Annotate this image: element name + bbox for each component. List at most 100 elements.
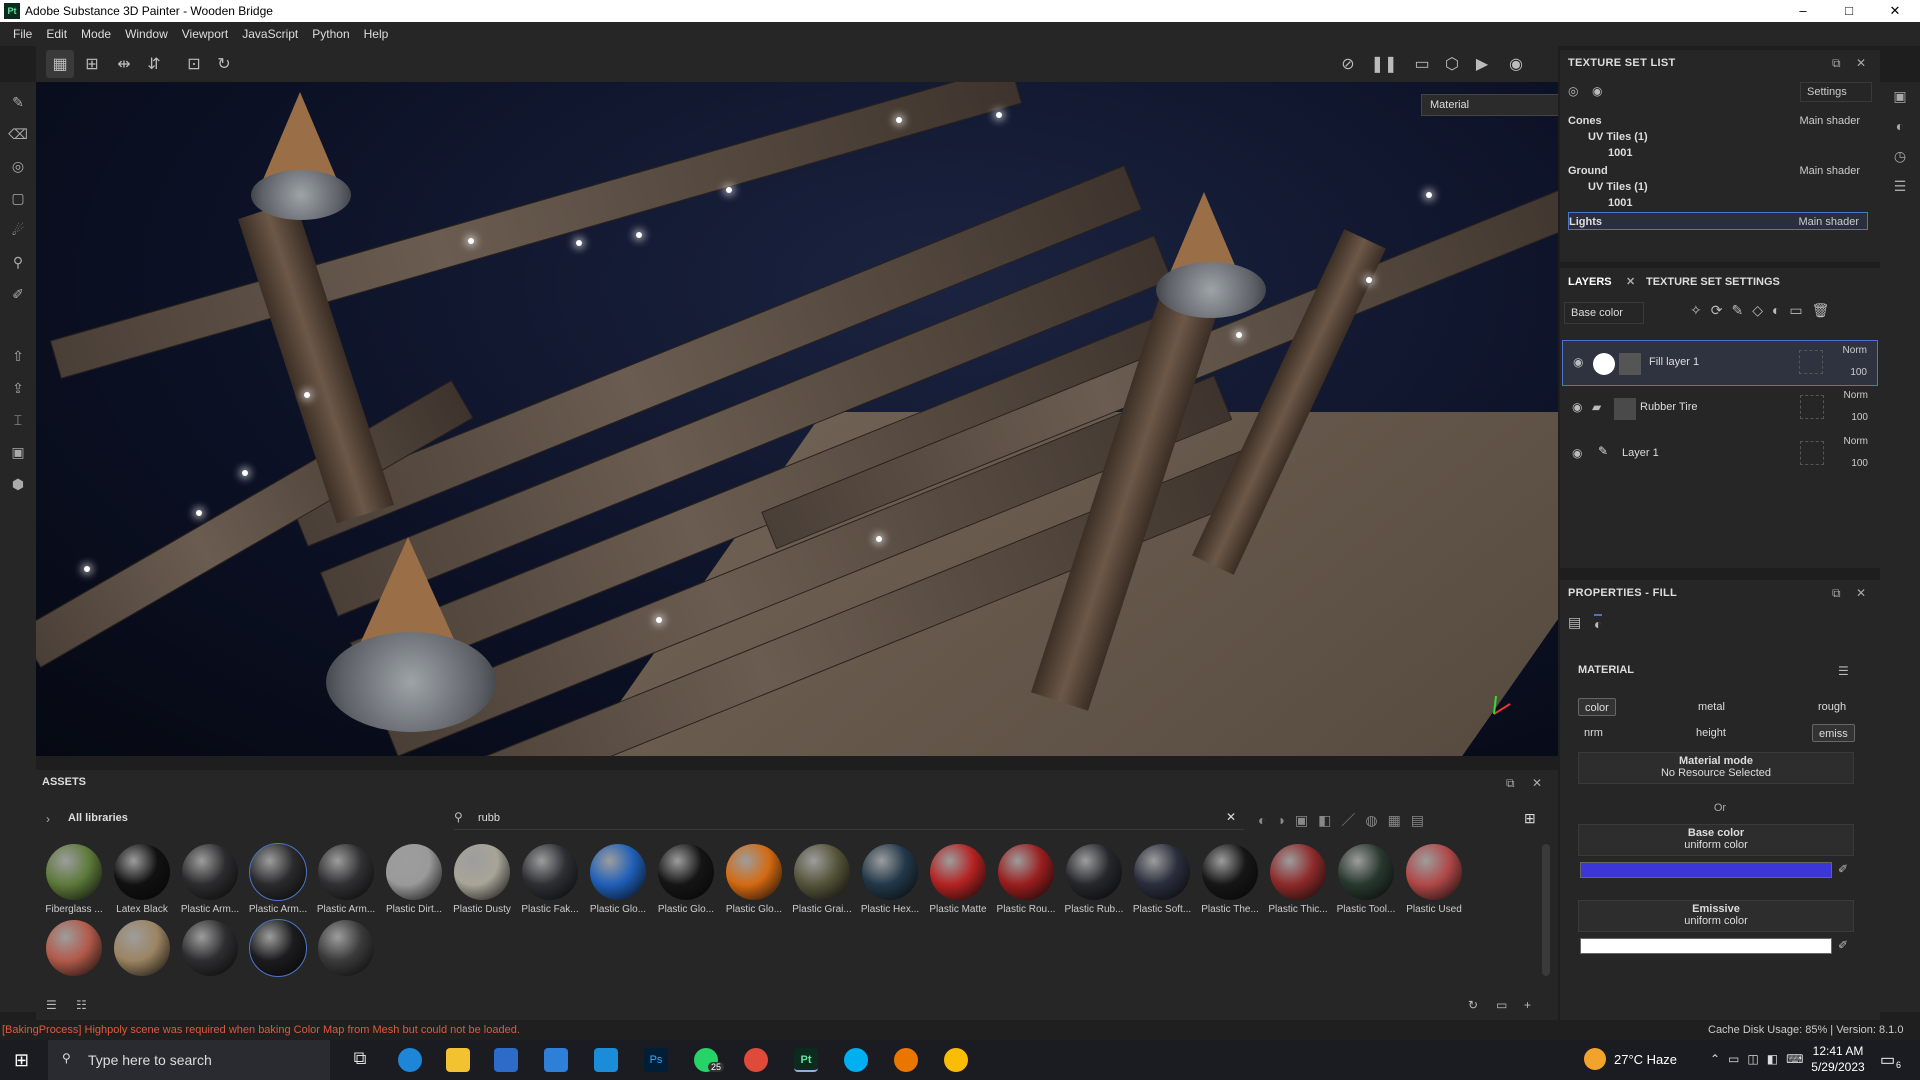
file-explorer-icon[interactable] (446, 1048, 470, 1072)
eye-icon[interactable]: ◉ (1573, 355, 1583, 369)
details-view-icon[interactable]: ☷ (76, 998, 87, 1012)
clone-stamp-icon[interactable]: ⚲ (6, 250, 30, 274)
asset-swatch[interactable] (522, 844, 578, 900)
menu-python[interactable]: Python (305, 27, 356, 41)
asset-swatch[interactable] (1270, 844, 1326, 900)
mirror-horizontal-icon[interactable]: ⇹ (110, 50, 138, 78)
mask-slot[interactable] (1799, 350, 1823, 374)
substance-painter-icon[interactable]: Pt (794, 1048, 818, 1072)
asset-swatch[interactable] (1134, 844, 1190, 900)
asset-swatch[interactable] (114, 920, 170, 976)
color-picker-icon[interactable]: ✐ (6, 282, 30, 306)
refresh-icon[interactable]: ↻ (1468, 998, 1478, 1012)
emissive-swatch[interactable] (1580, 938, 1832, 954)
menu-help[interactable]: Help (357, 27, 396, 41)
texture-set-icon[interactable]: ▣ (1890, 88, 1910, 108)
asset-swatch[interactable] (862, 844, 918, 900)
mask-slot[interactable] (1800, 395, 1824, 419)
layer-row[interactable]: ◉ ▰ Rubber Tire Norm 100 (1562, 386, 1878, 432)
eye-icon[interactable]: ◉ (1592, 84, 1602, 98)
material-mode-box[interactable]: Material mode No Resource Selected (1578, 752, 1854, 784)
clock-date[interactable]: 5/29/2023 (1806, 1060, 1870, 1074)
menu-icon[interactable]: ☰ (1838, 664, 1849, 678)
grid-view-icon[interactable]: ▦ (46, 50, 74, 78)
asset-swatch[interactable] (114, 844, 170, 900)
asset-swatch[interactable] (386, 844, 442, 900)
bake-icon[interactable]: ⇧ (6, 344, 30, 368)
asset-swatch[interactable] (930, 844, 986, 900)
close-button[interactable]: ✕ (1872, 0, 1918, 22)
skype-icon[interactable] (844, 1048, 868, 1072)
mask-slot[interactable] (1800, 441, 1824, 465)
asset-swatch[interactable] (1066, 844, 1122, 900)
eyedropper-icon[interactable]: ✐ (1838, 938, 1848, 952)
asset-swatch[interactable] (46, 920, 102, 976)
task-view-icon[interactable]: ⧉ (348, 1048, 372, 1072)
tile-grid-icon[interactable]: ⊞ (78, 50, 106, 78)
uv-tile-item[interactable]: 1001 (1568, 144, 1868, 162)
layer-tool-icons[interactable]: ✧⟳✎◇◐▭🗑 (1690, 302, 1838, 319)
assets-scrollbar[interactable] (1542, 844, 1550, 976)
close-panel-icon[interactable]: ✕ (1856, 580, 1866, 606)
asset-swatch[interactable] (249, 843, 307, 901)
taskbar-search[interactable]: ⚲ Type here to search (48, 1040, 330, 1080)
hide-overlay-icon[interactable]: ⊘ (1334, 50, 1362, 78)
chip-rough[interactable]: rough (1812, 698, 1852, 716)
asset-swatch[interactable] (726, 844, 782, 900)
pause-icon[interactable]: ❚❚ (1370, 50, 1398, 78)
layer-row[interactable]: ◉ ✎ Layer 1 Norm 100 (1562, 432, 1878, 478)
menu-viewport[interactable]: Viewport (175, 27, 235, 41)
close-tab-icon[interactable]: ✕ (1626, 268, 1635, 296)
history-icon[interactable]: ◷ (1890, 148, 1910, 168)
layer-row[interactable]: ◉ Fill layer 1 Norm 100 (1562, 340, 1878, 386)
chip-nrm[interactable]: nrm (1578, 724, 1609, 742)
menu-edit[interactable]: Edit (39, 27, 74, 41)
clock-time[interactable]: 12:41 AM (1806, 1044, 1870, 1058)
store-icon[interactable] (494, 1048, 518, 1072)
library-selector[interactable]: All libraries (68, 812, 128, 824)
menu-mode[interactable]: Mode (74, 27, 118, 41)
3d-viewport[interactable]: Material (36, 82, 1558, 756)
menu-javascript[interactable]: JavaScript (235, 27, 305, 41)
history-icon[interactable]: ↻ (210, 50, 238, 78)
base-color-swatch[interactable] (1580, 862, 1832, 878)
log-icon[interactable]: ☰ (1890, 178, 1910, 198)
weather-text[interactable]: 27°C Haze (1614, 1052, 1677, 1067)
eye-icon[interactable]: ◉ (1572, 400, 1582, 414)
blend-mode[interactable]: Norm (1844, 390, 1868, 401)
tab-texture-set-settings[interactable]: TEXTURE SET SETTINGS (1646, 268, 1780, 296)
chevron-right-icon[interactable]: › (46, 812, 50, 826)
taskbar-search-input[interactable]: Type here to search (88, 1052, 212, 1068)
layer-opacity[interactable]: 100 (1851, 458, 1868, 469)
video-icon[interactable]: ▶ (1468, 50, 1496, 78)
tab-layers[interactable]: LAYERS (1568, 268, 1612, 296)
uv-tile-item[interactable]: 1001 (1568, 194, 1868, 212)
display-settings-icon[interactable]: ◐ (1890, 118, 1910, 138)
layer-opacity[interactable]: 100 (1850, 367, 1867, 378)
photoshop-icon[interactable]: Ps (644, 1048, 668, 1072)
search-input[interactable]: rubb (478, 812, 500, 824)
asset-swatch[interactable] (590, 844, 646, 900)
channel-dropdown[interactable]: Base color (1564, 302, 1644, 324)
clear-search-icon[interactable]: ✕ (1226, 810, 1236, 824)
undock-icon[interactable]: ⧉ (1506, 776, 1515, 791)
asset-swatch[interactable] (182, 844, 238, 900)
close-panel-icon[interactable]: ✕ (1856, 50, 1866, 76)
chrome-icon[interactable] (944, 1048, 968, 1072)
mail-icon[interactable] (544, 1048, 568, 1072)
ruler-icon[interactable]: ⌶ (6, 408, 30, 432)
paint-brush-icon[interactable]: ✎ (6, 90, 30, 114)
asset-swatch[interactable] (1406, 844, 1462, 900)
close-panel-icon[interactable]: ✕ (1532, 776, 1542, 790)
settings-dropdown[interactable]: Settings (1800, 82, 1872, 102)
notification-icon[interactable]: ▭ (1880, 1050, 1895, 1070)
folder-icon[interactable]: ▭ (1496, 998, 1507, 1012)
blender-icon[interactable] (894, 1048, 918, 1072)
resource-icon[interactable]: ▣ (6, 440, 30, 464)
app-icon[interactable] (594, 1048, 618, 1072)
eye-hidden-icon[interactable]: ◎ (1568, 84, 1578, 98)
system-tray-icons[interactable]: ⌃▭◫◧⌨ (1710, 1052, 1811, 1066)
camera-3d-icon[interactable]: ⬡ (1438, 50, 1466, 78)
add-frame-icon[interactable]: ⊡ (180, 50, 208, 78)
blend-mode[interactable]: Norm (1844, 436, 1868, 447)
